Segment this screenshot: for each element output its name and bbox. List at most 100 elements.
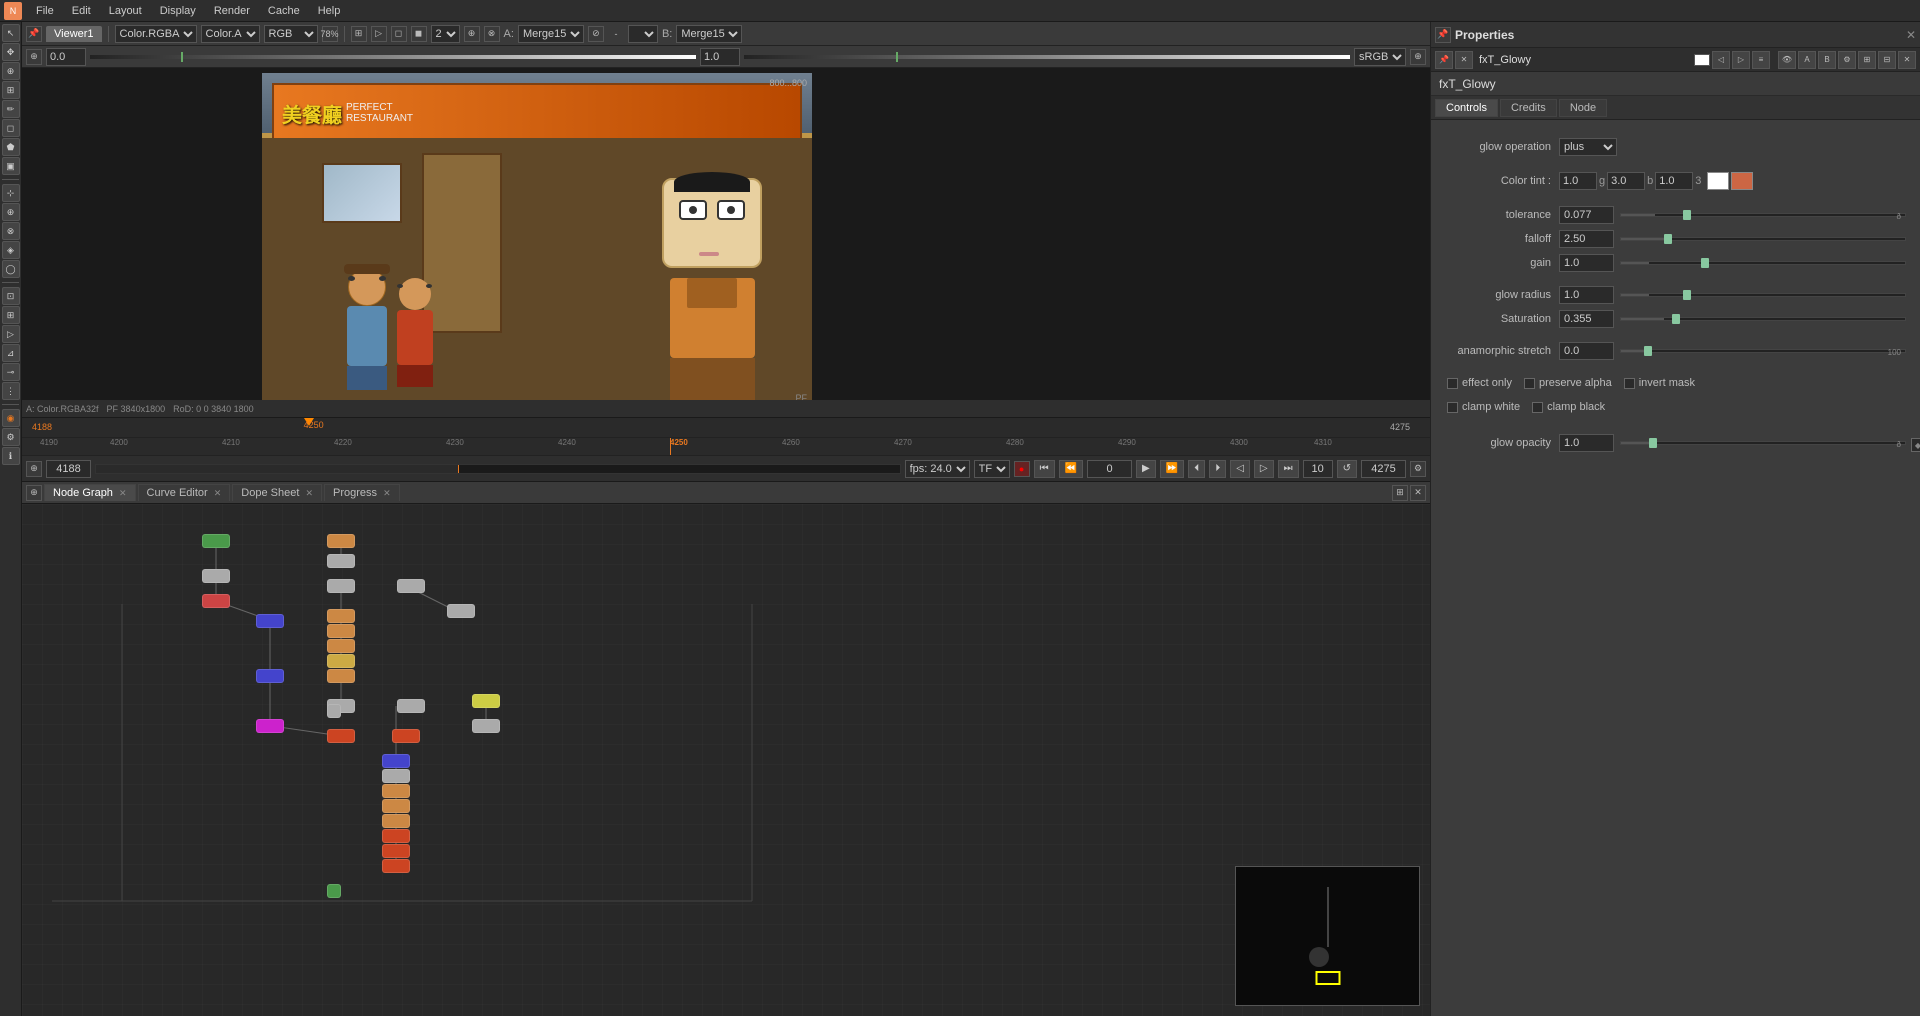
node-n8[interactable] (447, 604, 475, 618)
tool-crop[interactable]: ⊞ (2, 81, 20, 99)
tool-clone[interactable]: ⊕ (2, 203, 20, 221)
viewer-btn1[interactable]: ⊞ (351, 26, 367, 42)
viewer-channel-select2[interactable] (628, 25, 658, 43)
node-n22[interactable] (382, 769, 410, 783)
props-icon-btn-menu[interactable]: ≡ (1752, 51, 1770, 69)
color-bar-toggle[interactable]: ⊕ (26, 49, 42, 65)
node-n30[interactable] (327, 884, 341, 898)
tool-extra1[interactable]: ⊡ (2, 287, 20, 305)
play-fwd-btn[interactable]: ▶ (1136, 460, 1156, 478)
node-n19[interactable] (327, 729, 355, 743)
tool-extra2[interactable]: ⊞ (2, 306, 20, 324)
anamorphic-stretch-value[interactable]: 0.0 (1559, 342, 1614, 360)
node-n27[interactable] (382, 814, 410, 828)
glow-radius-slider[interactable] (1620, 293, 1906, 297)
node-n17[interactable] (397, 699, 425, 713)
node-n5[interactable] (202, 594, 230, 608)
node-n2[interactable] (327, 534, 355, 548)
glow-radius-value[interactable]: 1.0 (1559, 286, 1614, 304)
tool-3d[interactable]: ▣ (2, 157, 20, 175)
frame-end-input[interactable]: 4275 (1361, 460, 1406, 478)
tool-tracker[interactable]: ⊹ (2, 184, 20, 202)
node-n1[interactable] (202, 534, 230, 548)
props-icon-btn-eye[interactable]: 👁 (1778, 51, 1796, 69)
falloff-value[interactable]: 2.50 (1559, 230, 1614, 248)
play-fwd-step-btn[interactable]: ▷ (1254, 460, 1274, 478)
color-picker-swatch[interactable] (1731, 172, 1753, 190)
tool-color[interactable]: ◈ (2, 241, 20, 259)
current-frame-input[interactable]: 0 (1087, 460, 1132, 478)
tab-progress-close[interactable]: ✕ (383, 488, 391, 498)
menu-cache[interactable]: Cache (260, 3, 308, 19)
color-b-input[interactable]: 1.0 (1655, 172, 1693, 190)
tool-roto[interactable]: ⬟ (2, 138, 20, 156)
frame-ruler[interactable]: 4190 4200 4210 4220 4230 4240 4250 4260 … (22, 438, 1430, 456)
viewer-btn2[interactable]: ▷ (371, 26, 387, 42)
props-icon-btn-nav-right[interactable]: ▷ (1732, 51, 1750, 69)
zoom-btn[interactable]: 78% (322, 26, 338, 42)
gain-value[interactable]: 1.0 (1559, 254, 1614, 272)
tab-progress[interactable]: Progress ✕ (324, 484, 400, 501)
glow-opacity-keyframe-btn[interactable]: ◆ (1911, 438, 1920, 452)
menu-render[interactable]: Render (206, 3, 258, 19)
tool-info[interactable]: ℹ (2, 447, 20, 465)
color-value-input[interactable] (46, 48, 86, 66)
node-n15[interactable] (327, 669, 355, 683)
node-n21[interactable] (382, 754, 410, 768)
glow-opacity-slider[interactable]: ð ◆ (1620, 441, 1906, 445)
play-back-step-btn[interactable]: ◁ (1230, 460, 1250, 478)
props-icon-btn-pin[interactable]: 📌 (1435, 51, 1453, 69)
node-n6[interactable] (327, 579, 355, 593)
viewer-input-select[interactable]: 2 (431, 25, 460, 43)
props-icon-btn-white-swatch[interactable] (1694, 54, 1710, 66)
play-beginning-btn[interactable]: ⏮ (1034, 460, 1055, 478)
color-bar-extra[interactable]: ⊕ (1410, 49, 1426, 65)
node-n29[interactable] (382, 844, 410, 858)
invert-mask-checkbox[interactable] (1624, 378, 1635, 389)
props-icon-btn-expand[interactable]: ⊞ (1858, 51, 1876, 69)
node-n18[interactable] (256, 719, 284, 733)
tool-extra3[interactable]: ▷ (2, 325, 20, 343)
play-fwd-frame-btn[interactable]: ⏵ (1209, 460, 1226, 478)
color-gamma-input[interactable] (700, 48, 740, 66)
node-n14[interactable] (256, 669, 284, 683)
tab-curve-editor-close[interactable]: ✕ (214, 488, 222, 498)
tolerance-slider[interactable]: ð (1620, 213, 1906, 217)
viewer-wire1[interactable]: ⊘ (588, 26, 604, 42)
timeline-ruler[interactable]: 4188 4250 4275 (22, 418, 1430, 438)
color-r-input[interactable]: 1.0 (1559, 172, 1597, 190)
props-icon-btn-close[interactable]: ✕ (1455, 51, 1473, 69)
tab-credits[interactable]: Credits (1500, 99, 1557, 117)
effect-only-checkbox[interactable] (1447, 378, 1458, 389)
anamorphic-stretch-slider[interactable]: 100 (1620, 349, 1906, 353)
play-fwd-fast-btn[interactable]: ⏩ (1160, 460, 1184, 478)
falloff-slider[interactable] (1620, 237, 1906, 241)
viewer-btn5[interactable]: ⊕ (464, 26, 480, 42)
tool-extra4[interactable]: ⊿ (2, 344, 20, 362)
node-n25[interactable] (327, 704, 341, 718)
menu-display[interactable]: Display (152, 3, 204, 19)
props-icon-btn-nav-left[interactable]: ◁ (1712, 51, 1730, 69)
tool-settings[interactable]: ⚙ (2, 428, 20, 446)
glow-op-select[interactable]: plus screen overlay (1559, 138, 1617, 156)
channel-select[interactable]: Color.A (201, 25, 260, 43)
tool-extra6[interactable]: ⋮ (2, 382, 20, 400)
preserve-alpha-checkbox[interactable] (1524, 378, 1535, 389)
loop-btn[interactable]: ↺ (1337, 460, 1357, 478)
play-back-frame-btn[interactable]: ⏴ (1188, 460, 1205, 478)
menu-edit[interactable]: Edit (64, 3, 99, 19)
node-n10[interactable] (327, 609, 355, 623)
clamp-black-checkbox[interactable] (1532, 402, 1543, 413)
tool-paint[interactable]: ✏ (2, 100, 20, 118)
menu-file[interactable]: File (28, 3, 62, 19)
props-icon-btn-ab[interactable]: A (1798, 51, 1816, 69)
tolerance-value[interactable]: 0.077 (1559, 206, 1614, 224)
menu-help[interactable]: Help (310, 3, 349, 19)
node-n3[interactable] (327, 554, 355, 568)
play-end-btn[interactable]: ⏭ (1278, 460, 1299, 478)
playback-expand[interactable]: ⊕ (26, 461, 42, 477)
tab-node-graph-close[interactable]: ✕ (119, 488, 127, 498)
node-n23[interactable] (382, 784, 410, 798)
props-icon-btn-cd[interactable]: B (1818, 51, 1836, 69)
viewer-canvas[interactable]: 美餐廳 PERFECTRESTAURANT (262, 73, 812, 408)
